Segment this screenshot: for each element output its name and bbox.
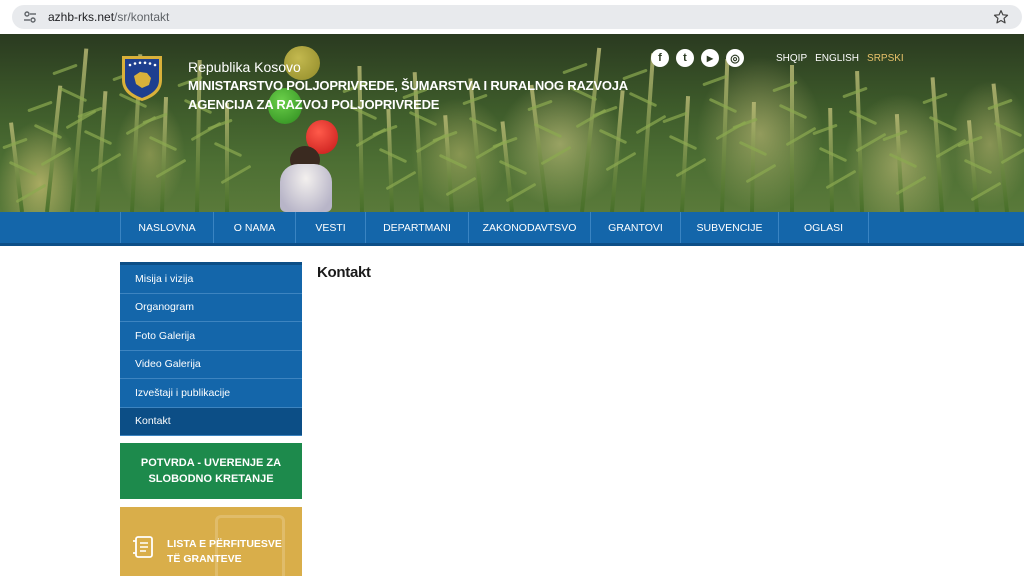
corn-leaf	[8, 160, 38, 177]
language-switcher: SHQIP ENGLISH SRPSKI	[776, 53, 904, 64]
corn-leaf	[605, 151, 637, 172]
sidebar-item-izvestaji[interactable]: Izveštaji i publikacije	[120, 379, 302, 408]
ministry-name: MINISTARSTVO POLJOPRIVREDE, ŠUMARSTVA I …	[188, 78, 628, 93]
corn-leaf	[498, 159, 528, 176]
corn-leaf	[83, 129, 113, 146]
url-text: azhb-rks.net/sr/kontakt	[48, 10, 169, 24]
youtube-icon[interactable]: ▶	[701, 49, 719, 67]
bookmark-star-icon[interactable]	[992, 8, 1010, 26]
corn-leaf	[40, 146, 72, 167]
corn-leaf	[155, 158, 187, 179]
social-links: f t ▶ ◎	[651, 49, 744, 67]
url-field[interactable]: azhb-rks.net/sr/kontakt	[12, 5, 1022, 29]
corn-leaf	[628, 91, 658, 108]
kosovo-emblem-icon[interactable]	[120, 54, 164, 102]
sidebar-item-foto-galerija[interactable]: Foto Galerija	[120, 322, 302, 351]
agency-name: AGENCIJA ZA RAZVOJ POLJOPRIVREDE	[188, 97, 440, 112]
corn-leaf	[372, 124, 398, 137]
corn-leaf	[52, 63, 78, 76]
lang-srpski[interactable]: SRPSKI	[867, 53, 904, 64]
child-figure	[280, 164, 332, 212]
url-path: /sr/kontakt	[114, 10, 170, 24]
corn-leaf	[963, 158, 993, 175]
corn-stalk	[828, 107, 834, 212]
corn-leaf	[848, 109, 878, 126]
lang-english[interactable]: ENGLISH	[815, 53, 859, 64]
corn-stalk	[443, 115, 454, 212]
document-list-icon	[133, 536, 153, 558]
corn-stalk	[640, 53, 656, 212]
header-banner: Republika Kosovo MINISTARSTVO POLJOPRIVR…	[0, 34, 1024, 212]
sidebar-item-video-galerija[interactable]: Video Galerija	[120, 350, 302, 379]
sidebar-item-organogram[interactable]: Organogram	[120, 293, 302, 322]
sidebar-item-misija[interactable]: Misija i vizija	[120, 265, 302, 294]
promo-grant-beneficiaries[interactable]: LISTA E PËRFITUESVE TË GRANTEVE	[120, 507, 302, 576]
nav-item-zakonodavtsvo[interactable]: ZAKONODAVTSVO	[469, 212, 591, 243]
nav-item-subvencije[interactable]: SUBVENCIJE	[681, 212, 779, 243]
site-settings-icon[interactable]	[20, 7, 40, 27]
corn-leaf	[812, 123, 838, 136]
browser-address-bar: azhb-rks.net/sr/kontakt	[0, 0, 1024, 34]
corn-leaf	[987, 98, 1013, 111]
corn-leaf	[1000, 144, 1024, 165]
promo-gold-label: LISTA E PËRFITUESVE TË GRANTEVE	[167, 538, 282, 565]
corn-leaf	[438, 153, 468, 170]
lang-shqip[interactable]: SHQIP	[776, 53, 807, 64]
corn-stalk	[386, 108, 394, 212]
corn-leaf	[675, 157, 707, 178]
site-title[interactable]: Republika Kosovo MINISTARSTVO POLJOPRIVR…	[188, 58, 628, 114]
nav-item-departmani[interactable]: DEPARTMANI	[366, 212, 469, 243]
nav-item-oglasi[interactable]: OGLASI	[779, 212, 869, 243]
url-domain: azhb-rks.net	[48, 10, 115, 24]
corn-leaf	[27, 100, 53, 113]
corn-leaf	[598, 128, 628, 145]
sidebar-menu: Misija i vizija Organogram Foto Galerija…	[120, 262, 302, 436]
corn-leaf	[635, 114, 667, 135]
promo-green-label: POTVRDA - UVERENJE ZA SLOBODNO KRETANJE	[140, 457, 282, 485]
nav-item-o-nama[interactable]: O NAMA	[214, 212, 296, 243]
corn-leaf	[90, 152, 122, 173]
corn-stalk	[894, 114, 904, 212]
nav-item-naslovna[interactable]: NASLOVNA	[121, 212, 214, 243]
sidebar-item-kontakt[interactable]: Kontakt	[120, 407, 302, 436]
promo-free-movement-certificate[interactable]: POTVRDA - UVERENJE ZA SLOBODNO KRETANJE	[120, 443, 302, 499]
corn-leaf	[540, 145, 572, 166]
twitter-icon[interactable]: t	[676, 49, 694, 67]
facebook-icon[interactable]: f	[651, 49, 669, 67]
corn-leaf	[378, 147, 408, 164]
nav-item-grantovi[interactable]: GRANTOVI	[591, 212, 681, 243]
main-navigation: NASLOVNA O NAMA VESTI DEPARTMANI ZAKONOD…	[0, 212, 1024, 246]
instagram-icon[interactable]: ◎	[726, 49, 744, 67]
country-name: Republika Kosovo	[188, 59, 301, 75]
page-title: Kontakt	[317, 264, 371, 281]
nav-item-vesti[interactable]: VESTI	[296, 212, 366, 243]
corn-leaf	[888, 152, 918, 169]
